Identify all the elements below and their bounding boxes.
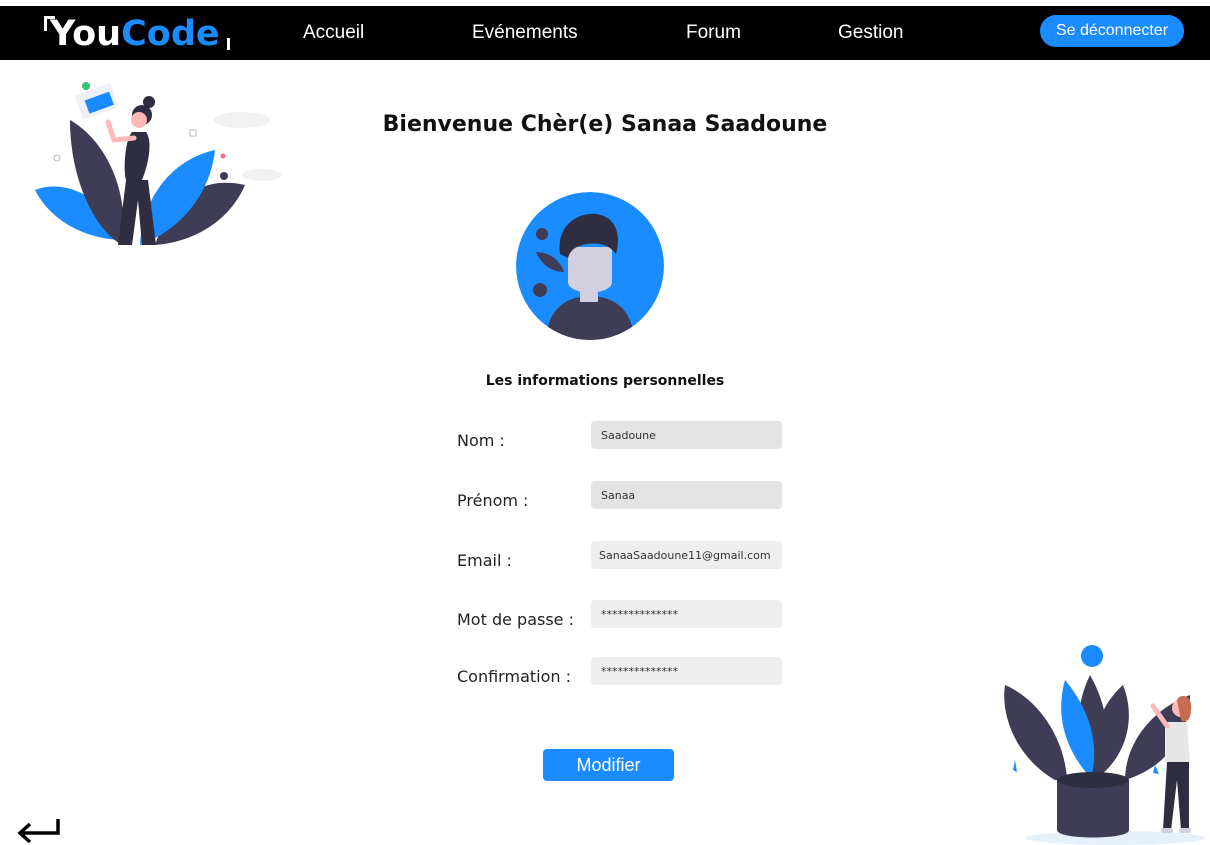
- youcode-logo[interactable]: YouCode: [44, 12, 230, 56]
- return-arrow-icon[interactable]: [14, 815, 62, 845]
- nav-link-gestion[interactable]: Gestion: [838, 20, 903, 46]
- logo-text-code: Code: [121, 14, 220, 54]
- logo-text-you: You: [50, 14, 122, 54]
- top-navbar: YouCode Accueil Evénements Forum Gestion…: [0, 6, 1210, 60]
- password-input[interactable]: [591, 600, 782, 628]
- nom-label: Nom :: [457, 431, 505, 450]
- modifier-button[interactable]: Modifier: [543, 749, 674, 781]
- logout-button[interactable]: Se déconnecter: [1040, 15, 1184, 47]
- personal-info-title: Les informations personnelles: [485, 373, 725, 389]
- logo-bracket-right: [226, 38, 230, 50]
- password-label: Mot de passe :: [457, 610, 574, 629]
- email-label: Email :: [457, 551, 512, 570]
- logo-bracket-left: [44, 16, 55, 31]
- prenom-label: Prénom :: [457, 491, 529, 510]
- nav-link-evenements[interactable]: Evénements: [472, 20, 578, 46]
- user-avatar-icon: [516, 192, 664, 340]
- prenom-input[interactable]: [591, 481, 782, 509]
- confirmation-input[interactable]: [591, 657, 782, 685]
- nav-link-forum[interactable]: Forum: [686, 20, 741, 46]
- woman-with-plant-illustration: [1004, 645, 1205, 845]
- woman-with-letter-illustration: [35, 82, 282, 245]
- welcome-heading: Bienvenue Chèr(e) Sanaa Saadoune: [382, 112, 828, 137]
- confirmation-label: Confirmation :: [457, 667, 571, 686]
- email-input[interactable]: [591, 541, 782, 569]
- nom-input[interactable]: [591, 421, 782, 449]
- nav-link-accueil[interactable]: Accueil: [303, 20, 364, 46]
